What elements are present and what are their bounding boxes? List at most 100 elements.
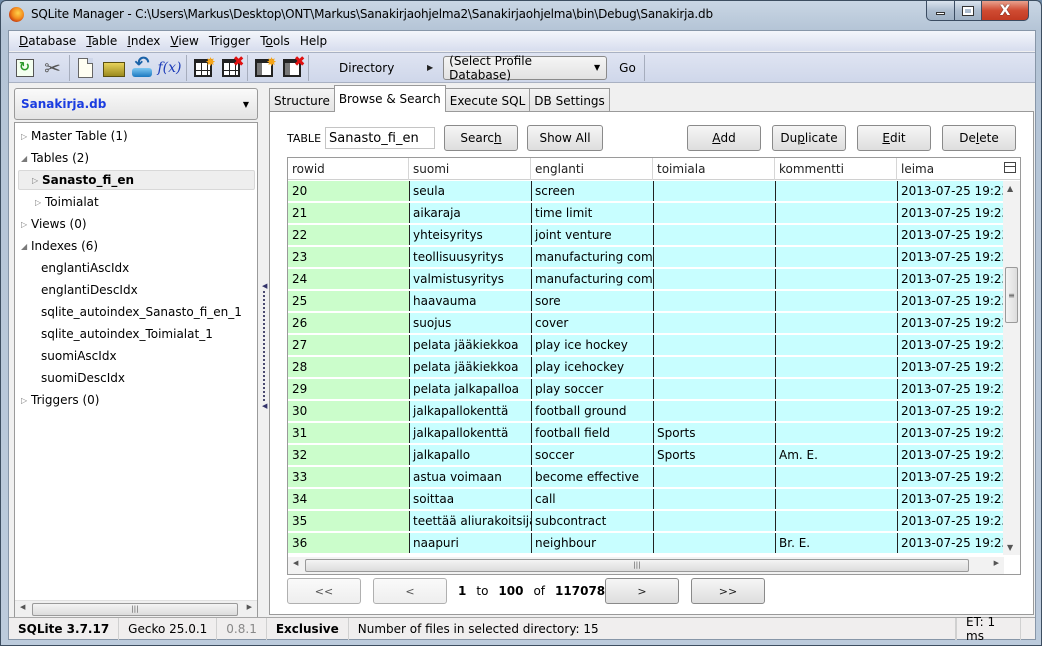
refresh-button[interactable]: ↻ [11, 55, 38, 81]
import-button[interactable] [128, 53, 155, 81]
cell-leima[interactable]: 2013-07-25 19:23:52 [897, 269, 1004, 289]
cell-suomi[interactable]: soittaa [409, 489, 531, 509]
cell-leima[interactable]: 2013-07-25 19:23:52 [897, 181, 1004, 201]
show-all-button[interactable]: Show All [527, 125, 603, 151]
collapsed-twisty-icon[interactable]: ▷ [21, 396, 31, 405]
grid-horizontal-scrollbar[interactable]: ◀ ||| ▶ [288, 557, 1004, 574]
column-picker-icon[interactable] [1004, 162, 1016, 173]
menu-index[interactable]: Index [122, 34, 165, 48]
cell-leima[interactable]: 2013-07-25 19:23:52 [897, 489, 1004, 509]
cell-rowid[interactable]: 34 [288, 489, 409, 509]
collapsed-twisty-icon[interactable]: ▷ [21, 132, 31, 141]
cell-toimiala[interactable] [653, 225, 775, 245]
settings-button[interactable]: ✂ [39, 55, 66, 81]
cell-englanti[interactable]: joint venture [531, 225, 653, 245]
tab-db-settings[interactable]: DB Settings [529, 88, 610, 112]
tab-execute-sql[interactable]: Execute SQL [444, 88, 531, 112]
tree-item[interactable]: ◢ Indexes (6) [21, 236, 98, 256]
new-database-button[interactable] [72, 55, 99, 81]
cell-rowid[interactable]: 30 [288, 401, 409, 421]
scroll-thumb[interactable]: ≡ [1005, 267, 1018, 323]
cell-toimiala[interactable] [653, 313, 775, 333]
database-select[interactable]: Sanakirja.db ▼ [14, 88, 258, 120]
cell-kommentti[interactable] [775, 203, 897, 223]
table-row[interactable]: 26suojuscover 2013-07-25 19:23:52 [288, 313, 1004, 333]
cell-englanti[interactable]: become effective [531, 467, 653, 487]
scroll-left-icon[interactable]: ◀ [20, 603, 25, 611]
cell-kommentti[interactable] [775, 401, 897, 421]
cell-toimiala[interactable] [653, 269, 775, 289]
cell-rowid[interactable]: 25 [288, 291, 409, 311]
edit-button[interactable]: Edit [857, 125, 931, 151]
cell-toimiala[interactable] [653, 291, 775, 311]
cell-suomi[interactable]: suojus [409, 313, 531, 333]
menu-trigger[interactable]: Trigger [204, 34, 255, 48]
cell-rowid[interactable]: 26 [288, 313, 409, 333]
close-button[interactable]: X [982, 1, 1029, 21]
title-bar[interactable]: SQLite Manager - C:\Users\Markus\Desktop… [1, 1, 1041, 29]
drop-view-button[interactable]: ✖ [278, 54, 306, 81]
cell-englanti[interactable]: play soccer [531, 379, 653, 399]
duplicate-button[interactable]: Du p licate [772, 125, 846, 151]
tree-item[interactable]: suomiAscIdx [41, 346, 117, 366]
cell-toimiala[interactable] [653, 203, 775, 223]
cell-leima[interactable]: 2013-07-25 19:23:52 [897, 445, 1004, 465]
expanded-twisty-icon[interactable]: ◢ [21, 242, 31, 251]
cell-suomi[interactable]: haavauma [409, 291, 531, 311]
scroll-right-icon[interactable]: ▶ [994, 559, 999, 567]
column-header-suomi[interactable]: suomi [409, 158, 531, 180]
cell-suomi[interactable]: teettää aliurakoitsijalla [409, 511, 531, 531]
cell-suomi[interactable]: pelata jääkiekkoa [409, 335, 531, 355]
cell-toimiala[interactable] [653, 181, 775, 201]
collapsed-twisty-icon[interactable]: ▷ [32, 176, 42, 185]
cell-rowid[interactable]: 32 [288, 445, 409, 465]
cell-suomi[interactable]: jalkapallokenttä [409, 401, 531, 421]
table-row[interactable]: 31 jalkapallokenttä football field Sports 20… [288, 423, 1004, 443]
cell-toimiala[interactable] [653, 467, 775, 487]
scroll-up-icon[interactable]: ▲ [1007, 184, 1013, 193]
tree-item[interactable]: ▷ Toimialat [35, 192, 99, 212]
next-page-button[interactable]: > [605, 578, 679, 604]
profile-database-select[interactable]: (Select Profile Database) ▼ [443, 54, 608, 82]
cell-rowid[interactable]: 35 [288, 511, 409, 531]
expanded-twisty-icon[interactable]: ◢ [21, 154, 31, 163]
cell-englanti[interactable]: time limit [531, 203, 653, 223]
table-row[interactable]: 28 pelata jääkiekkoa play icehockey 2013-07… [288, 357, 1004, 377]
tree-item[interactable]: ◢ Tables (2) [21, 148, 89, 168]
cell-kommentti[interactable]: Br. E. [775, 533, 897, 553]
collapse-left-icon[interactable]: ◀ [262, 402, 267, 410]
tree-item[interactable]: ▷ Triggers (0) [21, 390, 99, 410]
cell-leima[interactable]: 2013-07-25 19:23:52 [897, 225, 1004, 245]
table-row[interactable]: 24 valmistusyritys manufacturing com... 201… [288, 269, 1004, 289]
cell-leima[interactable]: 2013-07-25 19:23:52 [897, 313, 1004, 333]
cell-suomi[interactable]: jalkapallo [409, 445, 531, 465]
cell-englanti[interactable]: play icehockey [531, 357, 653, 377]
table-row[interactable]: 21aikarajatime limit 2013-07-25 19:23:52 [288, 203, 1004, 223]
last-page-button[interactable]: >> [691, 578, 765, 604]
cell-kommentti[interactable] [775, 467, 897, 487]
create-table-button[interactable]: ✸ [189, 55, 216, 81]
cell-suomi[interactable]: seula [409, 181, 531, 201]
table-row[interactable]: 20seulascreen 2013-07-25 19:23:52 [288, 181, 1004, 201]
cell-englanti[interactable]: manufacturing com... [531, 247, 653, 267]
cell-kommentti[interactable] [775, 379, 897, 399]
go-button[interactable]: Go [611, 54, 645, 81]
cell-toimiala[interactable] [653, 401, 775, 421]
cell-suomi[interactable]: naapuri [409, 533, 531, 553]
cell-rowid[interactable]: 31 [288, 423, 409, 443]
directory-menu[interactable]: Directory [339, 61, 419, 75]
cell-toimiala[interactable] [653, 379, 775, 399]
scroll-left-icon[interactable]: ◀ [293, 559, 298, 567]
cell-kommentti[interactable] [775, 335, 897, 355]
pane-splitter[interactable]: ◀ ◀ [260, 86, 268, 616]
prev-page-button[interactable]: < [373, 578, 447, 604]
scroll-thumb[interactable]: ||| [305, 559, 969, 572]
cell-rowid[interactable]: 20 [288, 181, 409, 201]
column-header-englanti[interactable]: englanti [531, 158, 653, 180]
cell-suomi[interactable]: jalkapallokenttä [409, 423, 531, 443]
table-row[interactable]: 33 astua voimaan become effective 2013-07-2… [288, 467, 1004, 487]
tree-item[interactable]: ▷ Sanasto_fi_en [18, 170, 255, 190]
cell-englanti[interactable]: cover [531, 313, 653, 333]
table-row[interactable]: 32 jalkapallo soccer Sports Am. E. 2013-07-25… [288, 445, 1004, 465]
splitter-grip[interactable] [263, 291, 265, 401]
